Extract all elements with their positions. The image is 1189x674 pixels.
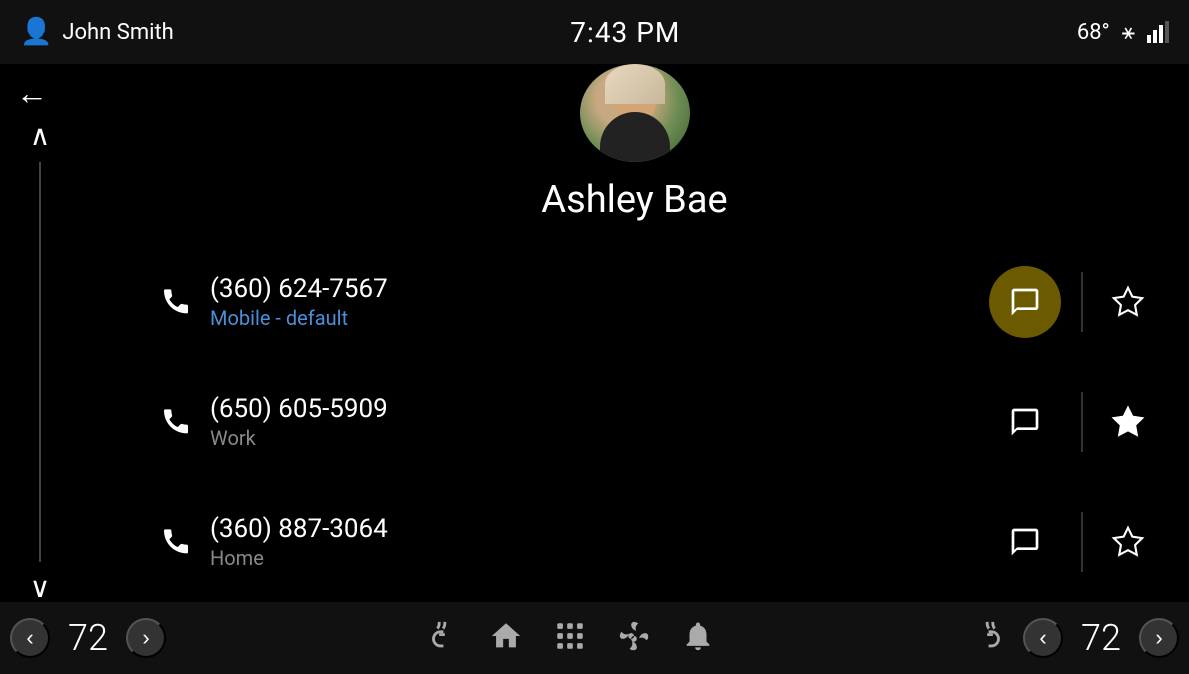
contact-name: Ashley Bae: [541, 178, 727, 222]
favorite-button-2[interactable]: [1103, 397, 1153, 447]
contact-avatar: [580, 64, 690, 162]
phone-svg-3: [160, 524, 192, 556]
phone-entry-1: (360) 624-7567 Mobile - default: [80, 242, 1189, 362]
phone-icon-2: [160, 404, 192, 440]
fan-icon[interactable]: [617, 619, 651, 657]
star-icon-2: [1111, 405, 1145, 439]
right-controls: ‹ 72 ›: [973, 617, 1179, 659]
signal-icon: [1147, 21, 1169, 43]
right-temp-increase[interactable]: ›: [1139, 618, 1179, 658]
home-svg: [489, 619, 523, 653]
message-button-1[interactable]: [989, 266, 1061, 338]
divider-3: [1081, 512, 1083, 572]
phone-details-3[interactable]: (360) 887-3064 Home: [210, 514, 973, 570]
back-button[interactable]: ←: [16, 74, 48, 112]
phone-number-2: (650) 605-5909: [210, 394, 973, 424]
user-icon: 👤: [20, 17, 52, 47]
phone-entry-2: (650) 605-5909 Work: [80, 362, 1189, 482]
bluetooth-icon: ⚹: [1122, 20, 1135, 45]
heat-seat-right-icon[interactable]: [973, 619, 1007, 657]
message-button-2[interactable]: [989, 386, 1061, 458]
phone-icon-1: [160, 284, 192, 320]
right-prev-icon: ‹: [1039, 625, 1046, 651]
left-next-icon: ›: [142, 625, 149, 651]
favorite-button-1[interactable]: [1103, 277, 1153, 327]
grid-svg: [553, 619, 587, 653]
phone-type-1: Mobile - default: [210, 306, 973, 330]
star-icon-3: [1111, 525, 1145, 559]
right-temp-decrease[interactable]: ‹: [1023, 618, 1063, 658]
heat-seat-left-icon[interactable]: [425, 619, 459, 657]
scroll-divider: [39, 162, 41, 562]
user-name: John Smith: [62, 20, 173, 45]
status-left: 👤 John Smith: [20, 17, 174, 47]
star-icon-1: [1111, 285, 1145, 319]
phone-svg-2: [160, 404, 192, 436]
phone-list: (360) 624-7567 Mobile - default: [80, 242, 1189, 602]
status-right: 68° ⚹: [1077, 20, 1169, 45]
divider-1: [1081, 272, 1083, 332]
bell-icon[interactable]: [681, 619, 715, 657]
phone-svg-1: [160, 284, 192, 316]
left-temp-increase[interactable]: ›: [126, 618, 166, 658]
favorite-button-3[interactable]: [1103, 517, 1153, 567]
message-icon-3: [1009, 526, 1041, 558]
phone-icon-3: [160, 524, 192, 560]
temperature-display: 68°: [1077, 20, 1110, 45]
message-button-3[interactable]: [989, 506, 1061, 578]
contact-area: Ashley Bae (360) 624-7567 Mobile - defau…: [80, 64, 1189, 602]
phone-details-2[interactable]: (650) 605-5909 Work: [210, 394, 973, 450]
left-temp-control: ‹ 72 ›: [10, 617, 166, 659]
status-bar: 👤 John Smith 7:43 PM 68° ⚹: [0, 0, 1189, 64]
phone-details-1[interactable]: (360) 624-7567 Mobile - default: [210, 274, 973, 330]
phone-number-3: (360) 887-3064: [210, 514, 973, 544]
heat-seat-right-svg: [973, 619, 1007, 653]
right-temp-value: 72: [1071, 617, 1131, 659]
phone-type-3: Home: [210, 546, 973, 570]
avatar-image: [580, 64, 690, 162]
scroll-down-button[interactable]: ∨: [30, 574, 51, 602]
message-icon-1: [1009, 286, 1041, 318]
phone-entry-3: (360) 887-3064 Home: [80, 482, 1189, 602]
left-sidebar: ← ∧ ∨: [0, 64, 80, 602]
bottom-center-icons: [425, 619, 715, 657]
fan-svg: [617, 619, 651, 653]
message-icon-2: [1009, 406, 1041, 438]
heat-seat-left-svg: [425, 619, 459, 653]
clock: 7:43 PM: [570, 16, 680, 49]
divider-2: [1081, 392, 1083, 452]
avatar-body: [600, 112, 670, 162]
left-prev-icon: ‹: [26, 625, 33, 651]
right-temp-control: ‹ 72 ›: [1023, 617, 1179, 659]
main-content: ← ∧ ∨ Ashley Bae: [0, 64, 1189, 602]
bell-svg: [681, 619, 715, 653]
left-temp-decrease[interactable]: ‹: [10, 618, 50, 658]
left-temp-value: 72: [58, 617, 118, 659]
scroll-up-button[interactable]: ∧: [30, 122, 51, 150]
phone-number-1: (360) 624-7567: [210, 274, 973, 304]
right-next-icon: ›: [1155, 625, 1162, 651]
home-icon[interactable]: [489, 619, 523, 657]
bottom-bar: ‹ 72 ›: [0, 602, 1189, 674]
grid-icon[interactable]: [553, 619, 587, 657]
phone-type-2: Work: [210, 426, 973, 450]
